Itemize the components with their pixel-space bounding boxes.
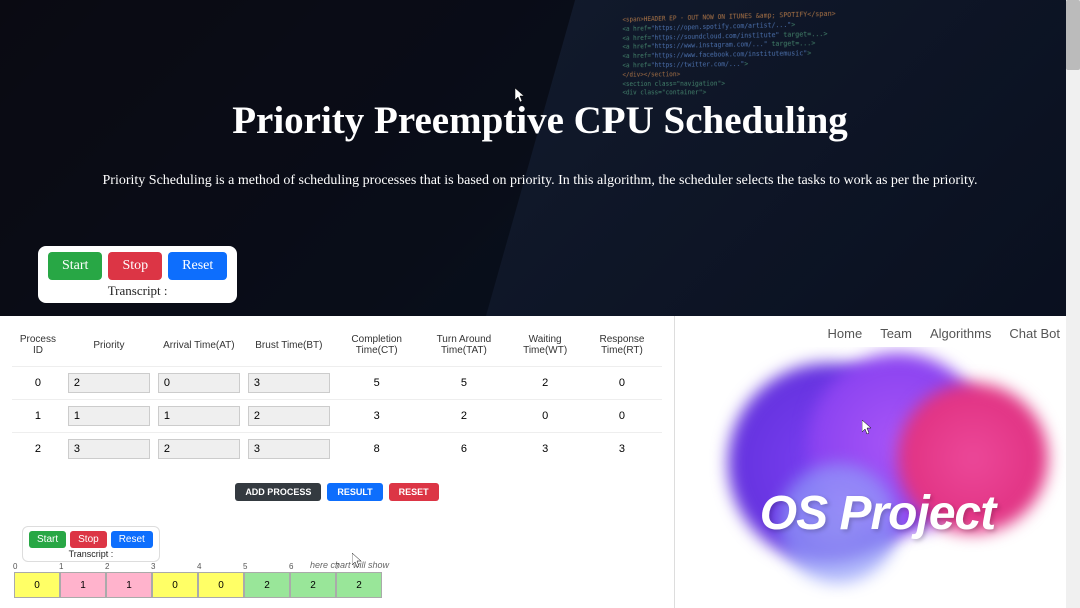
nav-team[interactable]: Team	[880, 326, 912, 341]
mini-transcript-label: Transcript :	[29, 549, 153, 559]
table-row: 0 5 5 2 0	[12, 367, 662, 400]
arrival-time-input[interactable]	[158, 373, 240, 393]
burst-time-input[interactable]	[248, 373, 330, 393]
cell-rt: 0	[582, 400, 662, 433]
header-ct: Completion Time(CT)	[334, 324, 420, 367]
nav-home[interactable]: Home	[828, 326, 863, 341]
table-row: 1 3 2 0 0	[12, 400, 662, 433]
cursor-icon	[352, 553, 364, 569]
arrival-time-input[interactable]	[158, 439, 240, 459]
scheduling-panel: Process ID Priority Arrival Time(AT) Bru…	[0, 316, 674, 608]
header-priority: Priority	[64, 324, 154, 367]
start-button[interactable]: Start	[48, 252, 102, 280]
process-table: Process ID Priority Arrival Time(AT) Bru…	[12, 324, 662, 465]
priority-input[interactable]	[68, 406, 150, 426]
os-project-title: OS Project	[760, 486, 995, 541]
cell-pid: 1	[12, 400, 64, 433]
nav-algorithms[interactable]: Algorithms	[930, 326, 991, 341]
gantt-tick: 5	[243, 562, 247, 571]
gantt-cell: 72	[336, 572, 382, 598]
result-button[interactable]: RESULT	[327, 483, 382, 501]
gantt-tick: 2	[105, 562, 109, 571]
cell-ct: 5	[334, 367, 420, 400]
header-at: Arrival Time(AT)	[154, 324, 244, 367]
header-bt: Brust Time(BT)	[244, 324, 334, 367]
cursor-icon	[862, 420, 874, 436]
burst-time-input[interactable]	[248, 406, 330, 426]
nav-chatbot[interactable]: Chat Bot	[1009, 326, 1060, 341]
page-subtitle: Priority Scheduling is a method of sched…	[103, 173, 978, 189]
transcript-label: Transcript :	[48, 283, 227, 299]
gantt-cell: 11	[60, 572, 106, 598]
header-pid: Process ID	[12, 324, 64, 367]
mini-start-button[interactable]: Start	[29, 531, 66, 548]
cell-ct: 8	[334, 433, 420, 466]
priority-input[interactable]	[68, 373, 150, 393]
page-title: Priority Preemptive CPU Scheduling	[232, 98, 848, 143]
gantt-tick: 6	[289, 562, 293, 571]
cell-wt: 0	[508, 400, 582, 433]
nav-menu: Home Team Algorithms Chat Bot	[675, 316, 1080, 347]
reset-button[interactable]: Reset	[168, 252, 227, 280]
add-process-button[interactable]: ADD PROCESS	[235, 483, 321, 501]
cell-wt: 3	[508, 433, 582, 466]
scrollbar[interactable]	[1066, 0, 1080, 608]
priority-input[interactable]	[68, 439, 150, 459]
gantt-cell: 52	[244, 572, 290, 598]
control-panel-mini: Start Stop Reset Transcript :	[22, 526, 160, 562]
cell-ct: 3	[334, 400, 420, 433]
gantt-cell: 40	[198, 572, 244, 598]
gantt-cell: 21	[106, 572, 152, 598]
cell-rt: 3	[582, 433, 662, 466]
secondary-panel: Home Team Algorithms Chat Bot OS Project	[674, 316, 1080, 608]
header-wt: Waiting Time(WT)	[508, 324, 582, 367]
cell-tat: 2	[420, 400, 509, 433]
gantt-tick: 3	[151, 562, 155, 571]
gantt-cell: 62	[290, 572, 336, 598]
cell-pid: 2	[12, 433, 64, 466]
gantt-tick: 7	[335, 562, 339, 571]
burst-time-input[interactable]	[248, 439, 330, 459]
control-panel-main: Start Stop Reset Transcript :	[38, 246, 237, 303]
gantt-tick: 1	[59, 562, 63, 571]
mini-stop-button[interactable]: Stop	[70, 531, 107, 548]
gantt-cell: 30	[152, 572, 198, 598]
arrival-time-input[interactable]	[158, 406, 240, 426]
mini-reset-button[interactable]: Reset	[111, 531, 153, 548]
gantt-chart: 0011213040526272	[14, 572, 382, 598]
gantt-tick: 0	[13, 562, 17, 571]
gantt-cell: 00	[14, 572, 60, 598]
gantt-tick: 4	[197, 562, 201, 571]
cell-rt: 0	[582, 367, 662, 400]
cell-pid: 0	[12, 367, 64, 400]
cell-tat: 5	[420, 367, 509, 400]
cell-tat: 6	[420, 433, 509, 466]
cursor-icon	[515, 88, 527, 104]
chart-note: here chart will show	[310, 560, 389, 570]
table-row: 2 8 6 3 3	[12, 433, 662, 466]
header-rt: Response Time(RT)	[582, 324, 662, 367]
reset-table-button[interactable]: RESET	[389, 483, 439, 501]
stop-button[interactable]: Stop	[108, 252, 162, 280]
cell-wt: 2	[508, 367, 582, 400]
header-tat: Turn Around Time(TAT)	[420, 324, 509, 367]
hero-graphic: OS Project	[675, 347, 1080, 599]
scrollbar-thumb[interactable]	[1066, 0, 1080, 70]
